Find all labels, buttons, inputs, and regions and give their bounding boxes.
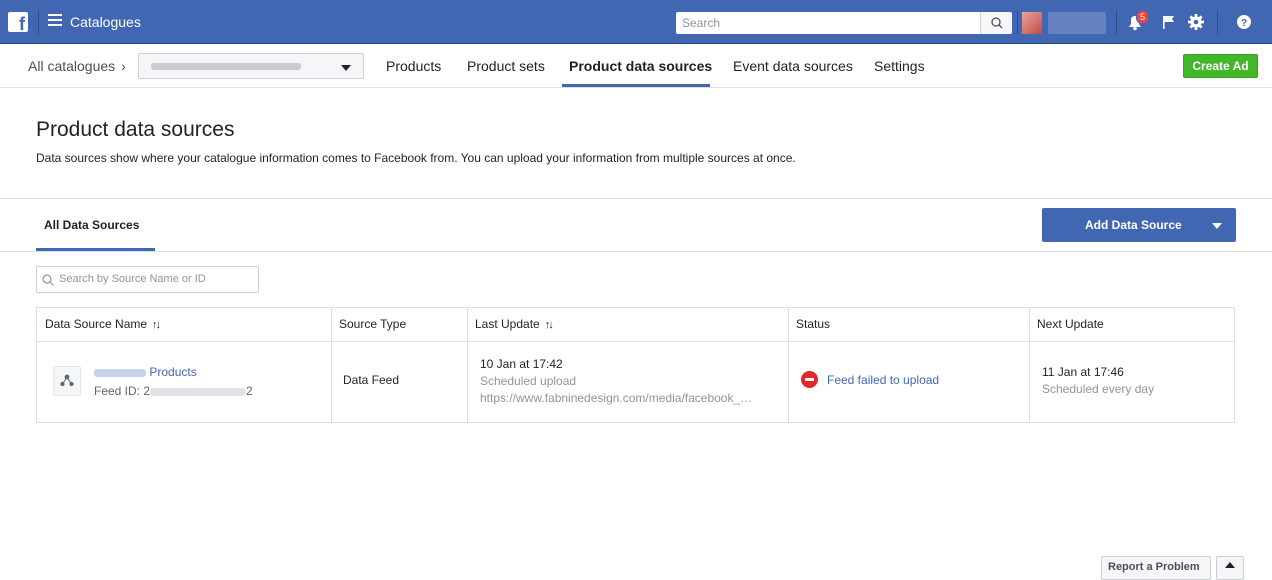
report-problem-button[interactable]: Report a Problem [1101,556,1211,580]
source-type: Data Feed [343,373,400,387]
data-source-name-link[interactable]: Products [94,365,197,379]
help-icon[interactable]: ? [1234,12,1254,32]
column-header-label: Last Update [475,317,540,331]
user-name[interactable] [1048,12,1106,34]
settings-gear-icon[interactable] [1186,12,1206,32]
source-name-redacted [94,368,146,377]
status-feed-failed-link[interactable]: Feed failed to upload [827,373,939,387]
svg-text:?: ? [1241,18,1247,29]
source-name-text: Products [149,365,197,379]
column-header-source-type: Source Type [339,317,407,331]
chevron-down-icon[interactable] [1212,223,1222,229]
column-header-label: Data Source Name [45,317,148,331]
divider [1017,10,1018,34]
column-header-data-source-name[interactable]: Data Source Name ↑↓ [45,317,161,331]
sort-icon[interactable]: ↑↓ [152,319,161,331]
sort-icon[interactable]: ↑↓ [545,319,554,331]
catalogue-select[interactable] [138,53,364,79]
avatar[interactable] [1022,12,1042,34]
feed-id-prefix: Feed ID: 2 [94,384,151,398]
breadcrumb[interactable]: All catalogues › [28,58,126,74]
global-search-input[interactable]: Search [676,12,980,34]
top-bar: f Catalogues Search 5 ? [0,0,1272,44]
divider [0,251,1272,252]
next-update-schedule: Scheduled every day [1042,382,1155,396]
column-header-last-update[interactable]: Last Update ↑↓ [475,317,554,331]
tab-product-data-sources[interactable]: Product data sources [569,58,712,74]
add-data-source-label: Add Data Source [1085,218,1182,232]
tab-all-data-sources[interactable]: All Data Sources [44,218,139,232]
page-title: Product data sources [36,118,235,141]
feed-id: Feed ID: 2 2 [94,384,253,398]
chevron-right-icon: › [121,58,126,74]
source-search-input[interactable]: Search by Source Name or ID [36,266,259,293]
create-ad-button[interactable]: Create Ad [1183,54,1258,78]
next-update-time: 11 Jan at 17:46 [1042,365,1124,379]
catalogue-nav-bar: All catalogues › Products Product sets Pr… [0,44,1272,88]
menu-icon[interactable] [48,14,62,28]
tab-settings[interactable]: Settings [874,58,925,74]
flag-icon[interactable] [1159,12,1179,32]
feed-id-suffix: 2 [246,384,253,398]
tab-product-sets[interactable]: Product sets [467,58,545,74]
divider [1217,10,1218,34]
column-divider [331,308,332,422]
column-header-status: Status [796,317,831,331]
data-feed-icon [53,366,81,396]
page-description: Data sources show where your catalogue i… [36,151,796,165]
chevron-down-icon [341,65,351,71]
source-search-placeholder: Search by Source Name or ID [59,273,206,285]
tab-event-data-sources[interactable]: Event data sources [733,58,853,74]
active-tab-indicator [562,84,710,87]
divider [38,10,39,34]
feed-url: https://www.fabninedesign.com/media/face… [480,391,753,405]
search-icon [991,17,1003,29]
facebook-logo-icon[interactable]: f [8,12,28,32]
search-button[interactable] [980,12,1012,34]
tab-products[interactable]: Products [386,58,441,74]
catalogue-name-redacted [151,63,301,70]
column-divider [788,308,789,422]
search-icon [42,274,54,286]
column-divider [467,308,468,422]
app-title[interactable]: Catalogues [70,14,141,30]
data-sources-table: Data Source Name ↑↓ Source Type Last Upda… [36,307,1235,423]
last-update-time: 10 Jan at 17:42 [480,357,563,371]
breadcrumb-all-catalogues[interactable]: All catalogues [28,58,115,74]
error-icon [801,371,818,388]
scroll-to-top-icon[interactable] [1216,556,1244,580]
column-header-next-update: Next Update [1037,317,1104,331]
column-divider [1029,308,1030,422]
divider [0,198,1272,199]
feed-id-redacted [150,387,247,396]
last-update-mode: Scheduled upload [480,374,577,388]
add-data-source-button[interactable]: Add Data Source [1042,208,1236,242]
notification-count-badge: 5 [1136,10,1150,24]
divider [1116,10,1117,34]
